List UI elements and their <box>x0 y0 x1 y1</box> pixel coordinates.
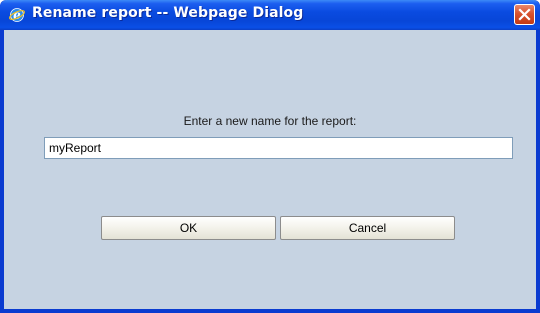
ie-icon: e <box>9 7 25 23</box>
cancel-button[interactable]: Cancel <box>280 216 455 240</box>
prompt-label: Enter a new name for the report: <box>183 114 357 128</box>
close-icon <box>518 8 531 21</box>
ok-button[interactable]: OK <box>101 216 276 240</box>
close-button[interactable] <box>514 4 535 25</box>
dialog-window: e Rename report -- Webpage Dialog Enter … <box>0 0 540 313</box>
window-title: Rename report -- Webpage Dialog <box>32 5 304 21</box>
report-name-input[interactable] <box>44 137 513 159</box>
title-bar[interactable]: e Rename report -- Webpage Dialog <box>0 0 540 30</box>
dialog-content: Enter a new name for the report: OK Canc… <box>4 30 536 309</box>
